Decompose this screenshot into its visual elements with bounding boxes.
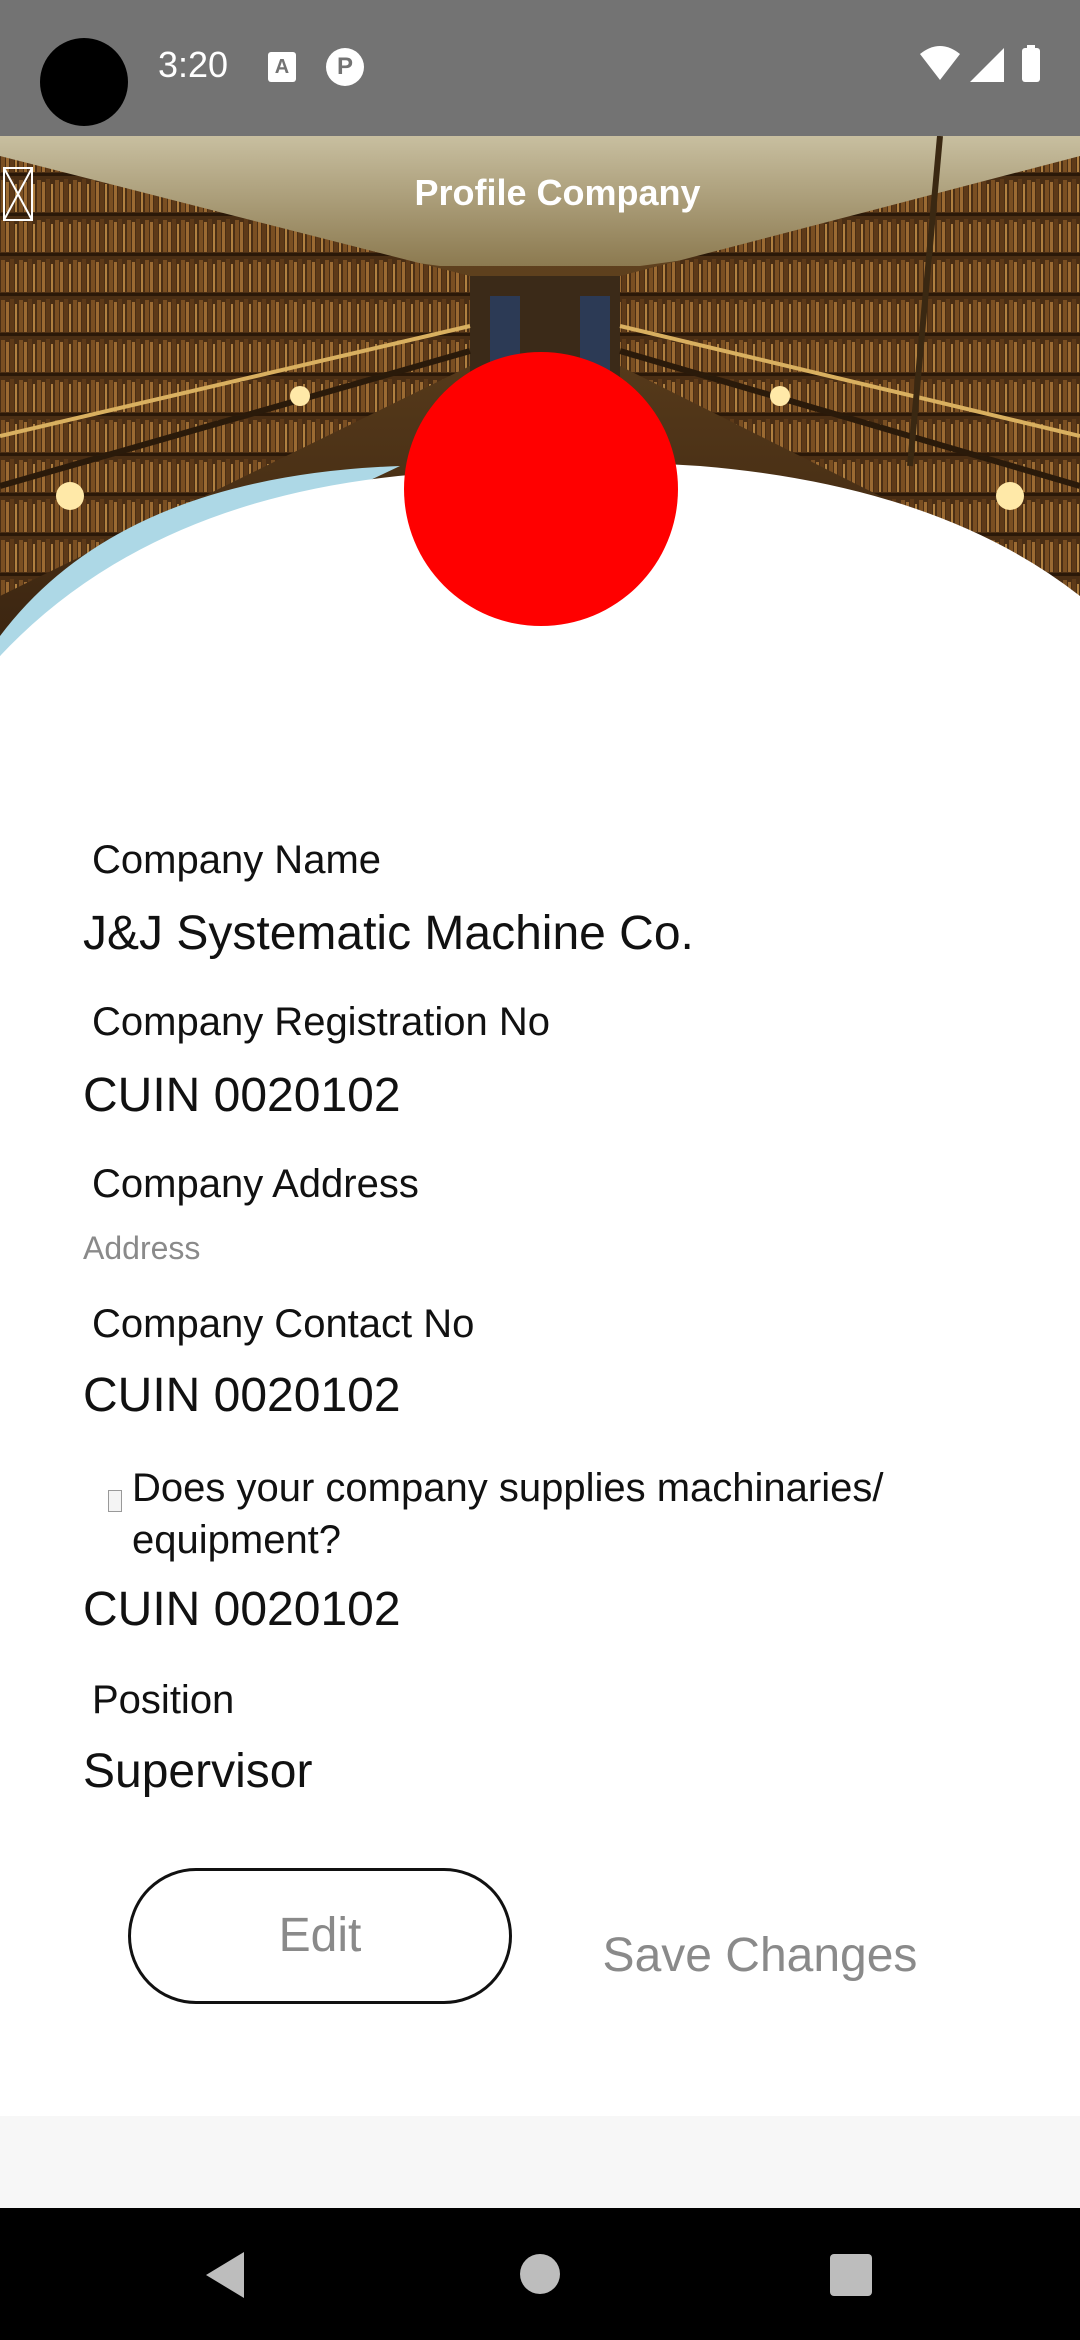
company-address-input[interactable]: Address bbox=[83, 1230, 200, 1267]
signal-icon bbox=[970, 48, 1004, 82]
wifi-icon bbox=[920, 46, 960, 80]
company-name-value[interactable]: J&J Systematic Machine Co. bbox=[83, 906, 694, 961]
screen: 3:20 A P Profile Company Company Name J&… bbox=[0, 0, 1080, 2340]
status-time: 3:20 bbox=[158, 44, 229, 85]
a-notification-icon: A bbox=[268, 52, 296, 82]
nav-recents-icon[interactable] bbox=[830, 2254, 872, 2296]
company-contact-value[interactable]: CUIN 0020102 bbox=[83, 1368, 401, 1423]
supplies-answer-value[interactable]: CUIN 0020102 bbox=[83, 1582, 401, 1637]
nav-home-icon[interactable] bbox=[520, 2254, 560, 2294]
status-bar: 3:20 A P bbox=[0, 0, 1080, 136]
company-address-label: Company Address bbox=[92, 1162, 419, 1206]
p-notification-icon: P bbox=[326, 48, 364, 86]
status-icons bbox=[920, 45, 1040, 82]
nav-back-icon[interactable] bbox=[202, 2250, 248, 2300]
company-name-label: Company Name bbox=[92, 838, 382, 882]
battery-icon bbox=[1022, 48, 1040, 82]
position-label: Position bbox=[92, 1678, 235, 1722]
page-title: Profile Company bbox=[414, 172, 701, 213]
supplies-question-label: Does your company supplies machinaries/ … bbox=[132, 1466, 884, 1562]
edit-button[interactable]: Edit bbox=[128, 1868, 512, 2004]
company-avatar[interactable] bbox=[404, 352, 678, 626]
company-registration-label: Company Registration No bbox=[92, 1000, 550, 1044]
company-contact-label: Company Contact No bbox=[92, 1302, 475, 1346]
company-registration-value[interactable]: CUIN 0020102 bbox=[83, 1068, 401, 1123]
bottom-strip bbox=[0, 2116, 1080, 2208]
checkbox-icon[interactable] bbox=[108, 1490, 122, 1512]
save-changes-button[interactable]: Save Changes bbox=[560, 1920, 960, 1992]
camera-cutout bbox=[40, 38, 128, 126]
position-value[interactable]: Supervisor bbox=[83, 1744, 312, 1799]
